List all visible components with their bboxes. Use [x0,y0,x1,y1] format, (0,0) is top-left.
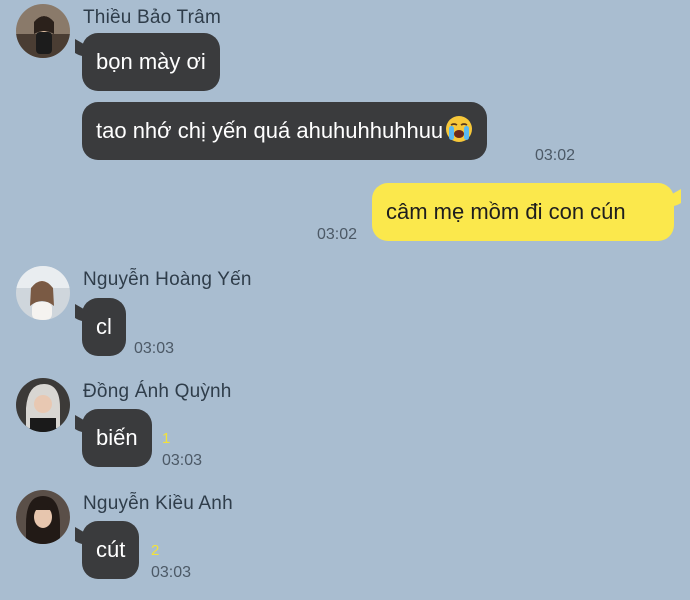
loudly-crying-face-emoji-icon [446,116,473,142]
avatar-photo-icon [16,490,70,544]
message-time: 03:03 [162,452,203,469]
message-text: câm mẹ mồm đi con cún [386,199,626,224]
my-message-bubble[interactable]: câm mẹ mồm đi con cún [372,183,674,241]
sender-name: Nguyễn Hoàng Yến [83,269,252,290]
message-time: 03:02 [317,226,358,243]
sender-name: Thiều Bảo Trâm [83,7,221,28]
message-bubble[interactable]: bọn mày ơi [82,33,220,91]
message-text: biến [96,425,138,450]
message-bubble[interactable]: tao nhớ chị yến quá ahuhuhhuhhuu [82,102,488,160]
message-time: 03:02 [535,147,576,164]
avatar-dong-anh-quynh[interactable] [16,378,70,432]
chat-room[interactable]: Thiều Bảo Trâm bọn mày ơi tao nhớ chị yế… [0,0,690,600]
message-time: 03:03 [151,564,192,581]
avatar-nguyen-hoang-yen[interactable] [16,266,70,320]
message-text: bọn mày ơi [96,49,206,74]
message-bubble[interactable]: biến [82,409,152,467]
message-text: cút [96,537,126,562]
sender-name: Đồng Ánh Quỳnh [83,381,232,402]
message-bubble[interactable]: cl [82,298,126,356]
message-bubble[interactable]: cút [82,521,140,579]
unread-count: 2 [151,542,160,559]
message-text: tao nhớ chị yến quá ahuhuhhuhhuu [96,118,444,143]
unread-count: 1 [162,430,171,447]
avatar-photo-icon [16,266,70,320]
avatar-photo-icon [16,378,70,432]
avatar-photo-icon [16,4,70,58]
avatar-thieu-bao-tram[interactable] [16,4,70,58]
message-text: cl [96,314,112,339]
avatar-nguyen-kieu-anh[interactable] [16,490,70,544]
sender-name: Nguyễn Kiều Anh [83,493,233,514]
message-time: 03:03 [134,340,175,357]
